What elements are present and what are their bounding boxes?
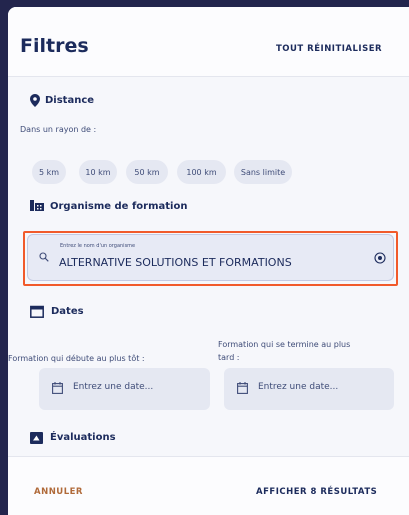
rating-icon bbox=[30, 432, 43, 444]
end-date-input[interactable]: Entrez une date... bbox=[224, 368, 394, 410]
selection-highlight bbox=[23, 231, 398, 286]
start-date-input[interactable]: Entrez une date... bbox=[39, 368, 210, 410]
end-date-placeholder: Entrez une date... bbox=[258, 382, 339, 392]
distance-option-100km[interactable]: 100 km bbox=[177, 160, 226, 184]
distance-option-no-limit[interactable]: Sans limite bbox=[234, 160, 292, 184]
calendar-icon bbox=[30, 305, 44, 318]
filters-header: Filtres TOUT RÉINITIALISER bbox=[8, 7, 409, 77]
start-date-placeholder: Entrez une date... bbox=[73, 382, 154, 392]
reset-all-button[interactable]: TOUT RÉINITIALISER bbox=[276, 44, 382, 54]
distance-subtitle: Dans un rayon de : bbox=[20, 125, 97, 134]
location-pin-icon bbox=[30, 94, 40, 107]
start-date-label: Formation qui débute au plus tôt : bbox=[8, 354, 145, 363]
building-icon bbox=[30, 200, 44, 211]
calendar-icon bbox=[237, 382, 248, 394]
distance-option-50km[interactable]: 50 km bbox=[126, 160, 168, 184]
distance-option-10km[interactable]: 10 km bbox=[79, 160, 117, 184]
calendar-icon bbox=[52, 382, 63, 394]
show-results-button[interactable]: AFFICHER 8 RÉSULTATS bbox=[256, 487, 377, 497]
organisme-title: Organisme de formation bbox=[50, 201, 188, 212]
distance-option-5km[interactable]: 5 km bbox=[32, 160, 66, 184]
page-title: Filtres bbox=[20, 35, 89, 57]
cancel-button[interactable]: ANNULER bbox=[34, 487, 83, 497]
filters-panel: Filtres TOUT RÉINITIALISER Distance Dans… bbox=[8, 7, 409, 515]
distance-title: Distance bbox=[45, 95, 95, 106]
evaluations-title: Évaluations bbox=[50, 432, 116, 443]
dates-title: Dates bbox=[51, 306, 84, 317]
filters-footer: ANNULER AFFICHER 8 RÉSULTATS bbox=[8, 456, 409, 515]
end-date-label-line2: tard : bbox=[218, 353, 240, 362]
end-date-label-line1: Formation qui se termine au plus bbox=[218, 340, 351, 349]
